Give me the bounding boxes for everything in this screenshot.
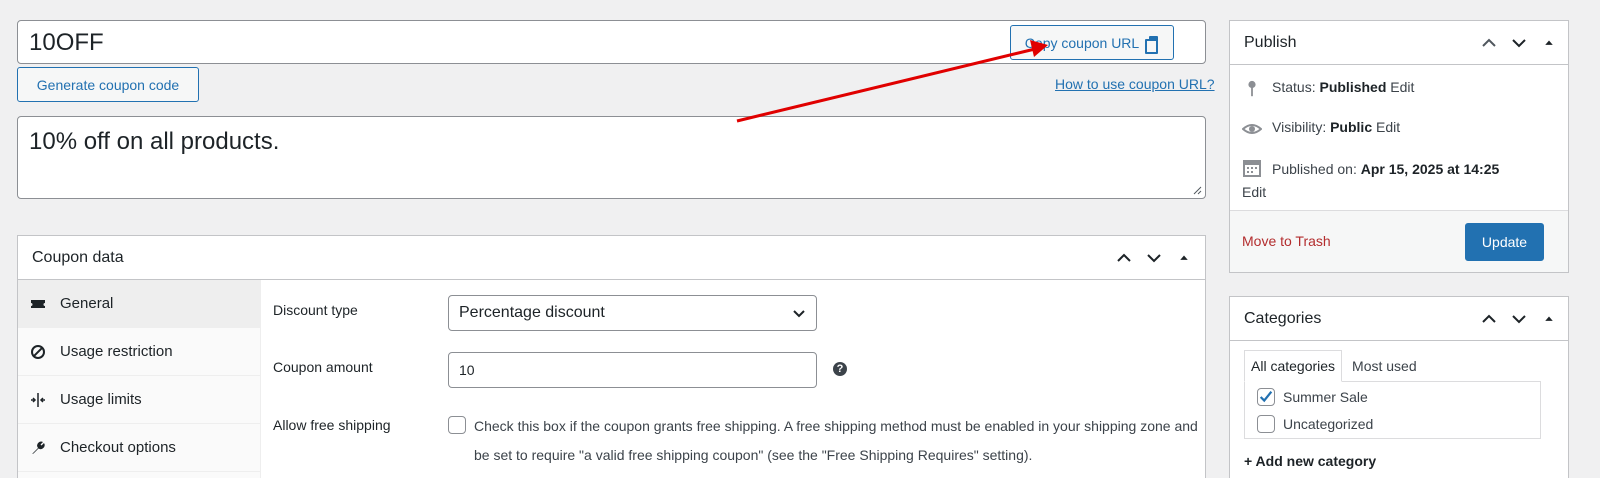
- category-label: Summer Sale: [1283, 389, 1368, 405]
- edit-date-link[interactable]: Edit: [1242, 184, 1266, 200]
- tab-usage-restriction[interactable]: Usage restriction: [18, 328, 260, 376]
- coupon-data-panel: Coupon data General Usage restriction Us…: [17, 235, 1206, 478]
- category-tabs: All categories Most used: [1244, 350, 1423, 382]
- tab-label: Usage limits: [60, 391, 142, 408]
- coupon-amount-input[interactable]: 10: [448, 352, 817, 388]
- ban-icon: [30, 344, 46, 360]
- collapse-toggle-icon[interactable]: [1536, 30, 1562, 56]
- tab-checkout-options[interactable]: Checkout options: [18, 424, 260, 472]
- status-row: Status: Published Edit: [1242, 79, 1414, 99]
- update-label: Update: [1481, 234, 1528, 250]
- coupon-data-tabs: General Usage restriction Usage limits C…: [18, 280, 261, 478]
- coupon-amount-value: 10: [459, 362, 475, 378]
- tab-usage-limits[interactable]: Usage limits: [18, 376, 260, 424]
- edit-status-link[interactable]: Edit: [1390, 79, 1414, 95]
- generate-coupon-code-label: Generate coupon code: [36, 76, 180, 93]
- move-up-icon[interactable]: [1476, 306, 1502, 332]
- published-on-value: Apr 15, 2025 at 14:25: [1360, 161, 1500, 177]
- publish-header: Publish: [1230, 21, 1568, 65]
- visibility-text: Visibility: Public Edit: [1272, 119, 1400, 135]
- move-up-icon[interactable]: [1111, 245, 1137, 271]
- copy-coupon-url-label: Copy coupon URL: [1024, 34, 1140, 51]
- chevron-down-icon: [793, 310, 805, 318]
- visibility-label: Visibility:: [1272, 119, 1327, 135]
- how-to-use-coupon-url-link[interactable]: How to use coupon URL?: [1055, 76, 1215, 92]
- tab-label: Usage restriction: [60, 343, 173, 360]
- update-button[interactable]: Update: [1465, 223, 1544, 261]
- published-on-text: Published on: Apr 15, 2025 at 14:25: [1272, 158, 1552, 180]
- discount-type-value: Percentage discount: [459, 304, 605, 321]
- list-item[interactable]: Summer Sale: [1257, 388, 1368, 406]
- tab-all-categories[interactable]: All categories: [1244, 350, 1343, 382]
- move-to-trash-link[interactable]: Move to Trash: [1242, 233, 1331, 249]
- coupon-data-header: Coupon data: [18, 236, 1205, 280]
- status-value: Published: [1319, 79, 1387, 95]
- resize-grip-icon[interactable]: [1193, 186, 1202, 195]
- free-shipping-label: Allow free shipping: [273, 417, 391, 433]
- coupon-description-textarea[interactable]: 10% off on all products.: [17, 116, 1206, 199]
- coupon-description-value: 10% off on all products.: [29, 128, 280, 155]
- publish-title: Publish: [1244, 33, 1297, 51]
- pin-icon: [1242, 79, 1262, 99]
- general-fields: Discount type Percentage discount Coupon…: [261, 280, 1205, 478]
- free-shipping-description: Check this box if the coupon grants free…: [474, 418, 1198, 463]
- copy-icon: [1145, 35, 1159, 54]
- tab-most-used[interactable]: Most used: [1346, 350, 1423, 382]
- publish-box: Publish Status: Published Edit Visibilit…: [1229, 20, 1569, 273]
- publish-actions: Move to Trash Update: [1230, 210, 1568, 272]
- discount-type-select[interactable]: Percentage discount: [448, 295, 817, 331]
- wrench-icon: [30, 440, 46, 456]
- discount-type-label: Discount type: [273, 302, 358, 318]
- collapse-toggle-icon[interactable]: [1171, 245, 1197, 271]
- categories-title: Categories: [1244, 309, 1322, 327]
- move-down-icon[interactable]: [1506, 306, 1532, 332]
- eye-icon: [1242, 119, 1262, 139]
- free-shipping-checkbox[interactable]: [448, 416, 466, 434]
- coupon-code-input[interactable]: 10OFF Copy coupon URL: [17, 20, 1206, 64]
- generate-coupon-code-button[interactable]: Generate coupon code: [17, 67, 199, 102]
- edit-visibility-link[interactable]: Edit: [1376, 119, 1400, 135]
- tab-label: General: [60, 295, 114, 312]
- status-label: Status:: [1272, 79, 1316, 95]
- categories-header: Categories: [1230, 297, 1568, 341]
- coupon-amount-label: Coupon amount: [273, 359, 373, 375]
- move-up-icon[interactable]: [1476, 30, 1502, 56]
- checkmark-icon: [1259, 390, 1273, 403]
- category-checkbox-checked[interactable]: [1257, 388, 1275, 406]
- visibility-row: Visibility: Public Edit: [1242, 119, 1400, 139]
- add-new-category-link[interactable]: + Add new category: [1244, 453, 1376, 469]
- category-checkbox[interactable]: [1257, 415, 1275, 433]
- published-on-label: Published on:: [1272, 161, 1357, 177]
- category-checklist: Summer Sale Uncategorized: [1244, 381, 1541, 439]
- calendar-icon: [1242, 158, 1262, 178]
- status-text: Status: Published Edit: [1272, 79, 1414, 95]
- help-icon[interactable]: ?: [833, 362, 847, 376]
- split-arrows-icon: [30, 392, 46, 408]
- coupon-code-value: 10OFF: [29, 29, 104, 56]
- move-down-icon[interactable]: [1141, 245, 1167, 271]
- collapse-toggle-icon[interactable]: [1536, 306, 1562, 332]
- tab-general[interactable]: General: [18, 280, 260, 328]
- category-label: Uncategorized: [1283, 416, 1374, 432]
- move-down-icon[interactable]: [1506, 30, 1532, 56]
- ticket-icon: [30, 296, 46, 312]
- tab-label: Checkout options: [60, 439, 176, 456]
- list-item[interactable]: Uncategorized: [1257, 415, 1373, 433]
- copy-coupon-url-button[interactable]: Copy coupon URL: [1010, 25, 1174, 60]
- visibility-value: Public: [1330, 119, 1373, 135]
- coupon-data-title: Coupon data: [32, 248, 124, 266]
- published-on-row: Published on: Apr 15, 2025 at 14:25: [1242, 158, 1552, 180]
- categories-box: Categories All categories Most used Summ…: [1229, 296, 1569, 478]
